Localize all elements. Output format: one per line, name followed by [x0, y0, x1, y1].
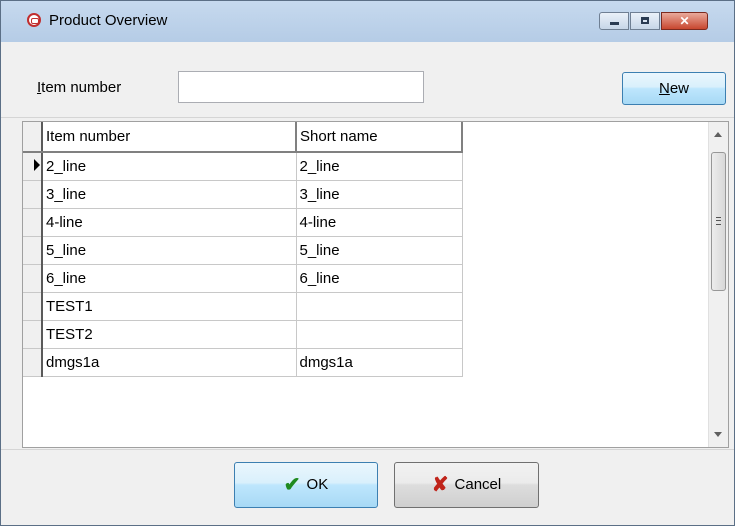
- maximize-icon: [641, 17, 649, 24]
- row-indicator[interactable]: [23, 208, 43, 237]
- new-button-label-rest: ew: [669, 80, 690, 97]
- divider-top: [1, 117, 734, 118]
- scroll-up-icon[interactable]: [714, 132, 722, 137]
- product-grid[interactable]: Item number Short name 2_line 2_line 3_lin…: [22, 121, 729, 448]
- row-pointer-icon: [34, 158, 40, 171]
- table-row[interactable]: 4-line 4-line: [23, 208, 463, 237]
- new-button-mnemonic: N: [658, 80, 670, 97]
- cell-item-number[interactable]: TEST2: [42, 320, 297, 349]
- row-indicator[interactable]: [23, 264, 43, 293]
- cell-short-name[interactable]: dmgs1a: [296, 348, 463, 377]
- product-table: Item number Short name 2_line 2_line 3_lin…: [23, 122, 463, 377]
- cell-item-number[interactable]: TEST1: [42, 292, 297, 321]
- column-header-short-name[interactable]: Short name: [296, 122, 463, 153]
- cell-item-number[interactable]: 4-line: [42, 208, 297, 237]
- row-indicator-header: [23, 122, 43, 153]
- minimize-icon: [610, 22, 619, 25]
- close-icon: ✕: [679, 14, 690, 28]
- row-indicator[interactable]: [23, 236, 43, 265]
- cell-item-number[interactable]: 5_line: [42, 236, 297, 265]
- table-row[interactable]: dmgs1a dmgs1a: [23, 348, 463, 377]
- cell-short-name[interactable]: 2_line: [296, 152, 463, 181]
- cell-short-name[interactable]: 4-line: [296, 208, 463, 237]
- cancel-button-label: Cancel: [454, 476, 502, 493]
- item-number-label: Item number: [37, 79, 121, 96]
- table-row[interactable]: TEST1: [23, 292, 463, 321]
- window-title: Product Overview: [49, 12, 168, 29]
- ok-button[interactable]: ✔ OK: [234, 462, 378, 508]
- red-x-icon: ✘: [431, 474, 449, 496]
- table-row[interactable]: TEST2: [23, 320, 463, 349]
- cancel-button[interactable]: ✘ Cancel: [394, 462, 539, 508]
- row-indicator[interactable]: [23, 348, 43, 377]
- row-indicator[interactable]: [23, 320, 43, 349]
- app-icon: [27, 13, 41, 27]
- minimize-button[interactable]: [599, 12, 629, 30]
- table-row[interactable]: 6_line 6_line: [23, 264, 463, 293]
- cell-short-name[interactable]: 3_line: [296, 180, 463, 209]
- row-indicator[interactable]: [23, 292, 43, 321]
- row-indicator[interactable]: [23, 180, 43, 209]
- cell-short-name[interactable]: 6_line: [296, 264, 463, 293]
- item-number-input[interactable]: [178, 71, 424, 103]
- cell-item-number[interactable]: dmgs1a: [42, 348, 297, 377]
- vertical-scrollbar[interactable]: [708, 122, 728, 447]
- cell-short-name[interactable]: [296, 320, 463, 349]
- maximize-button[interactable]: [630, 12, 660, 30]
- grip-icon: [716, 217, 721, 225]
- cell-item-number[interactable]: 2_line: [42, 152, 297, 181]
- cell-item-number[interactable]: 3_line: [42, 180, 297, 209]
- current-row-pointer-icon[interactable]: [23, 152, 43, 181]
- ok-button-label: OK: [306, 476, 329, 493]
- column-header-item-number[interactable]: Item number: [42, 122, 297, 153]
- scroll-down-icon[interactable]: [714, 432, 722, 437]
- table-row[interactable]: 3_line 3_line: [23, 180, 463, 209]
- item-number-label-rest: tem number: [41, 79, 122, 96]
- title-bar[interactable]: Product Overview ✕: [1, 1, 734, 42]
- close-button[interactable]: ✕: [661, 12, 708, 30]
- new-button[interactable]: New: [622, 72, 726, 105]
- product-overview-window: Product Overview ✕ Item number New Item …: [0, 0, 735, 526]
- cell-item-number[interactable]: 6_line: [42, 264, 297, 293]
- table-header-row: Item number Short name: [23, 122, 463, 153]
- divider-bottom: [1, 449, 734, 450]
- checkmark-icon: ✔: [283, 474, 301, 496]
- cell-short-name[interactable]: [296, 292, 463, 321]
- table-row[interactable]: 2_line 2_line: [23, 152, 463, 181]
- scroll-thumb[interactable]: [711, 152, 726, 291]
- table-row[interactable]: 5_line 5_line: [23, 236, 463, 265]
- cell-short-name[interactable]: 5_line: [296, 236, 463, 265]
